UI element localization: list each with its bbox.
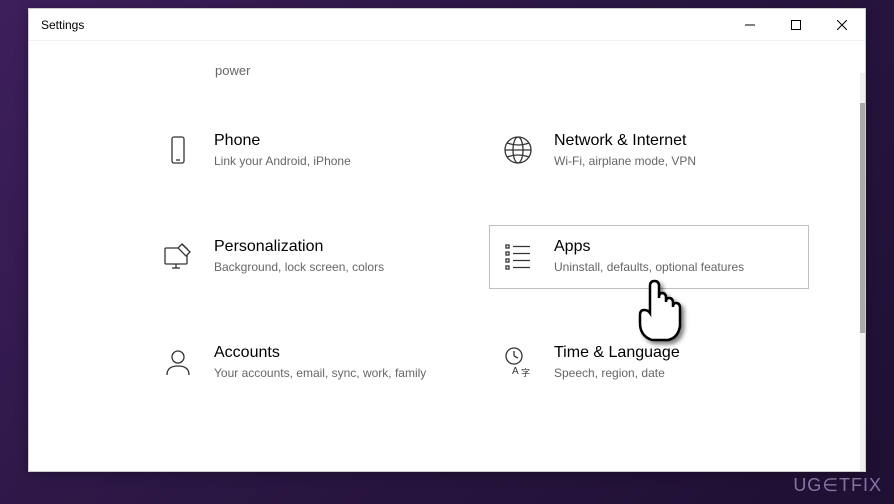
maximize-button[interactable]: [773, 9, 819, 40]
category-title: Accounts: [214, 344, 458, 362]
category-title: Phone: [214, 132, 458, 150]
category-text: Time & Language Speech, region, date: [554, 344, 798, 382]
category-desc: Uninstall, defaults, optional features: [554, 259, 798, 276]
category-desc: Background, lock screen, colors: [214, 259, 458, 276]
category-phone[interactable]: Phone Link your Android, iPhone: [149, 119, 469, 183]
minimize-icon: [745, 20, 755, 30]
time-language-icon: A字: [500, 344, 536, 380]
category-accounts[interactable]: Accounts Your accounts, email, sync, wor…: [149, 331, 469, 395]
category-title: Personalization: [214, 238, 458, 256]
close-icon: [837, 20, 847, 30]
window-controls: [727, 9, 865, 40]
settings-window: Settings power Phone Link your Android: [28, 8, 866, 472]
category-text: Apps Uninstall, defaults, optional featu…: [554, 238, 798, 276]
phone-icon: [160, 132, 196, 168]
personalization-icon: [160, 238, 196, 274]
close-button[interactable]: [819, 9, 865, 40]
minimize-button[interactable]: [727, 9, 773, 40]
categories-grid: Phone Link your Android, iPhone Network …: [149, 119, 809, 394]
category-desc: Link your Android, iPhone: [214, 153, 458, 170]
scrollbar-thumb[interactable]: [860, 103, 865, 333]
category-apps[interactable]: Apps Uninstall, defaults, optional featu…: [489, 225, 809, 289]
category-text: Phone Link your Android, iPhone: [214, 132, 458, 170]
watermark: UG∈TFIX: [793, 475, 882, 496]
category-text: Network & Internet Wi-Fi, airplane mode,…: [554, 132, 798, 170]
svg-text:A: A: [512, 366, 519, 377]
titlebar: Settings: [29, 9, 865, 41]
svg-text:字: 字: [521, 367, 530, 378]
category-text: Personalization Background, lock screen,…: [214, 238, 458, 276]
accounts-icon: [160, 344, 196, 380]
category-desc: Your accounts, email, sync, work, family: [214, 365, 458, 382]
content-area: power Phone Link your Android, iPhone Ne…: [29, 41, 865, 471]
category-time-language[interactable]: A字 Time & Language Speech, region, date: [489, 331, 809, 395]
category-personalization[interactable]: Personalization Background, lock screen,…: [149, 225, 469, 289]
apps-icon: [500, 238, 536, 274]
scrollbar[interactable]: [860, 73, 865, 471]
window-title: Settings: [41, 18, 84, 32]
category-title: Time & Language: [554, 344, 798, 362]
partial-text: power: [215, 63, 250, 78]
category-desc: Wi-Fi, airplane mode, VPN: [554, 153, 798, 170]
globe-icon: [500, 132, 536, 168]
maximize-icon: [791, 20, 801, 30]
category-desc: Speech, region, date: [554, 365, 798, 382]
category-text: Accounts Your accounts, email, sync, wor…: [214, 344, 458, 382]
category-title: Network & Internet: [554, 132, 798, 150]
category-network[interactable]: Network & Internet Wi-Fi, airplane mode,…: [489, 119, 809, 183]
category-title: Apps: [554, 238, 798, 256]
